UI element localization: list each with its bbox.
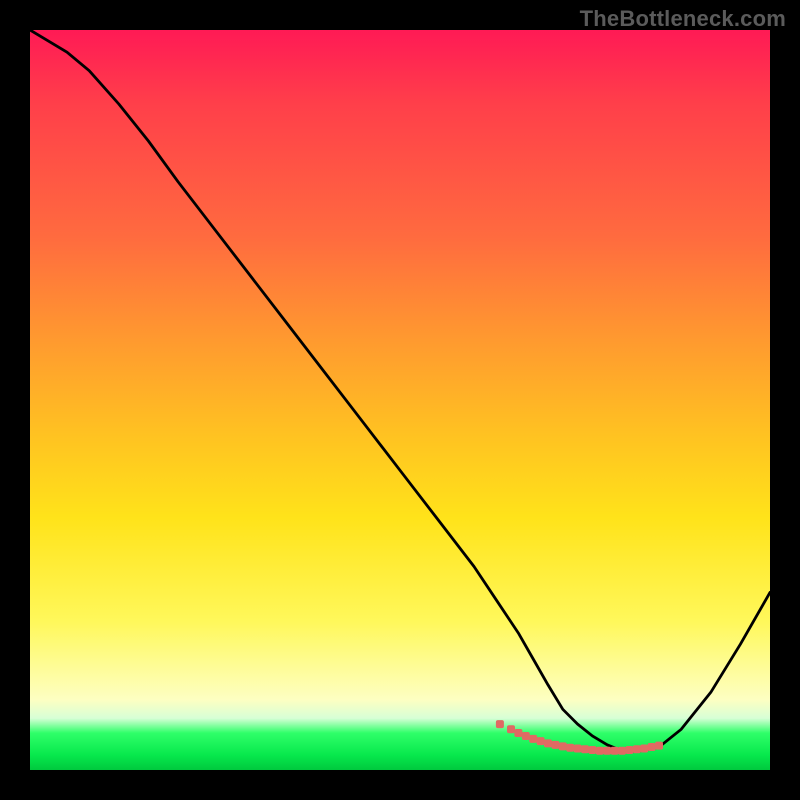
chart-container: TheBottleneck.com — [0, 0, 800, 800]
score-gradient-background — [30, 30, 770, 770]
watermark-text: TheBottleneck.com — [580, 6, 786, 32]
plot-area — [30, 30, 770, 770]
